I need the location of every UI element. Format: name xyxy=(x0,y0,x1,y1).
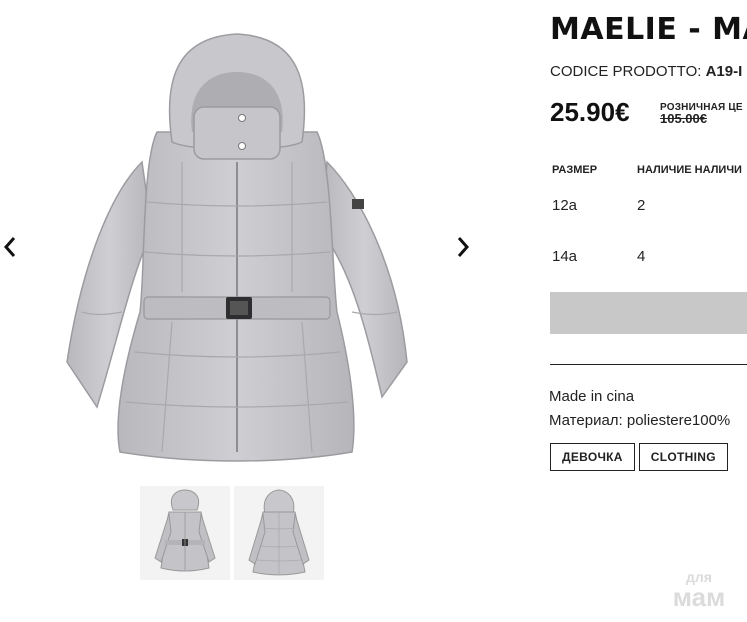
watermark-line2: мам xyxy=(673,582,726,610)
tag-clothing[interactable]: CLOTHING xyxy=(638,443,728,471)
chevron-right-icon xyxy=(457,237,470,257)
size-column-header: РАЗМЕР xyxy=(552,164,598,176)
product-code-value: A19-I xyxy=(705,63,743,80)
table-row-size: 14a xyxy=(552,248,578,265)
availability-column-header: НАЛИЧИЕ НАЛИЧИ xyxy=(637,164,742,176)
table-row-qty: 4 xyxy=(637,248,646,265)
thumbnail-back[interactable] xyxy=(234,486,324,580)
table-row-size: 12a xyxy=(552,197,578,214)
jacket-front-thumbnail xyxy=(154,489,216,572)
add-to-cart-button[interactable] xyxy=(550,292,747,334)
product-code-label: CODICE PRODOTTO: xyxy=(550,63,702,80)
jacket-back-thumbnail xyxy=(248,489,310,576)
watermark-logo: для мам xyxy=(660,568,738,612)
current-price: 25.90€ xyxy=(550,97,630,127)
chevron-left-icon xyxy=(3,237,16,257)
product-title: MAELIE - MA xyxy=(550,12,747,47)
previous-image-button[interactable] xyxy=(0,233,20,261)
jacket-image xyxy=(66,33,408,462)
main-product-image[interactable] xyxy=(22,12,470,478)
thumbnail-front[interactable] xyxy=(140,486,230,580)
tag-devochka[interactable]: ДЕВОЧКА xyxy=(550,443,635,471)
made-in-text: Made in cina xyxy=(549,388,635,405)
old-price: 105.00€ xyxy=(660,111,707,126)
product-code: CODICE PRODOTTO: A19-I xyxy=(550,63,742,80)
tag-list: ДЕВОЧКА CLOTHING xyxy=(550,443,728,471)
table-row-qty: 2 xyxy=(637,197,646,214)
material-text: Материал: poliestere100% xyxy=(549,412,731,429)
divider xyxy=(550,364,747,365)
thumbnail-strip xyxy=(140,486,324,580)
next-image-button[interactable] xyxy=(453,233,473,261)
